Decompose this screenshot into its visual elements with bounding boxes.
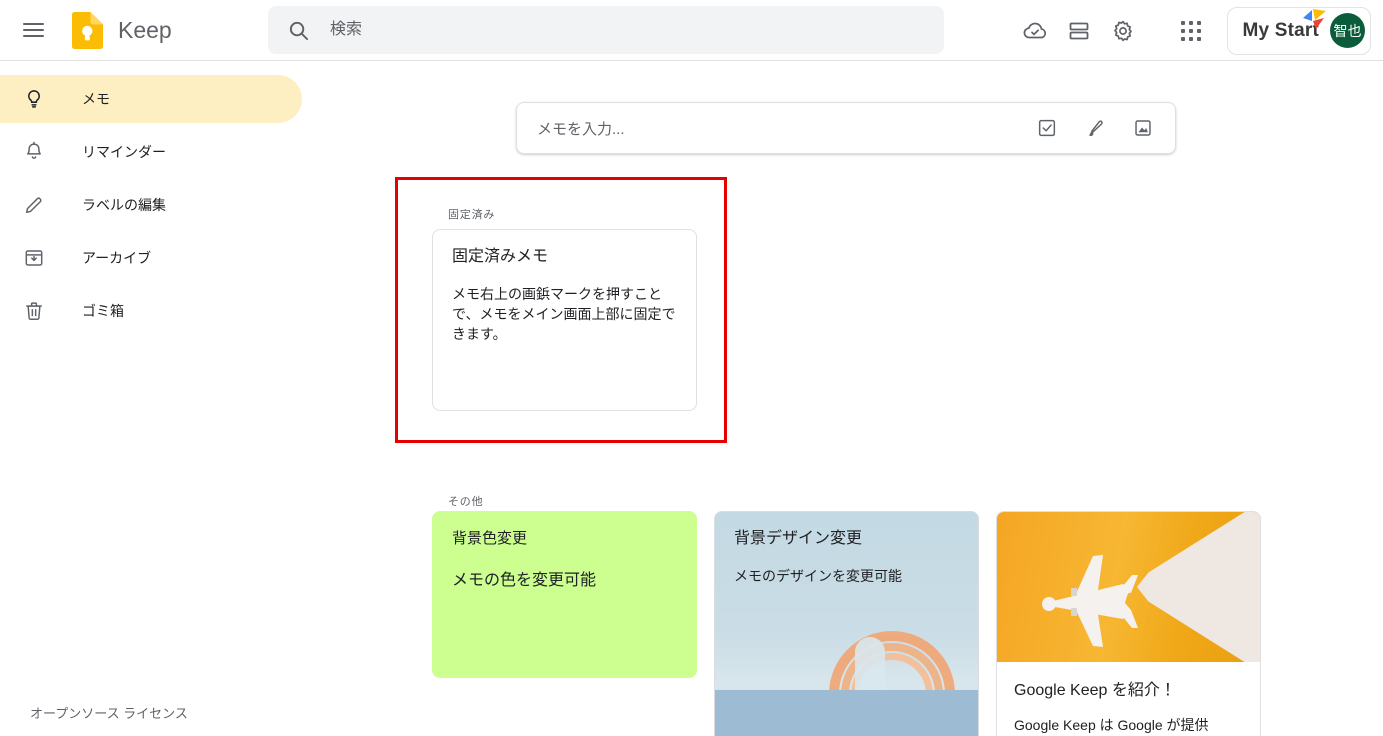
others-section-label: その他: [448, 496, 484, 508]
pencil-icon: [22, 193, 46, 217]
search-bar[interactable]: [268, 6, 944, 54]
note-body: Google Keep は Google が提供: [1014, 717, 1209, 733]
sidebar-item-notes[interactable]: メモ: [0, 75, 302, 123]
header-actions: My Start 智也: [1013, 0, 1377, 61]
gear-icon[interactable]: [1101, 9, 1145, 53]
keep-app-window: Keep 検索 My Start 智也 メモ リマインダー ラベルの編集 アーカ…: [0, 0, 1383, 736]
app-title: Keep: [118, 16, 172, 43]
list-view-icon[interactable]: [1057, 9, 1101, 53]
note-card-pinned[interactable]: 固定済みメモ メモ右上の画鋲マークを押すことで、メモをメイン画面上部に固定できま…: [432, 229, 697, 411]
note-text-wrap: 背景デザイン変更 メモのデザインを変更可能: [734, 529, 960, 586]
note-body: メモの色を変更可能: [452, 571, 597, 589]
sidebar-item-label: メモ: [82, 91, 110, 107]
app-header: Keep 検索 My Start 智也: [0, 0, 1383, 61]
sidebar-item-label: リマインダー: [82, 144, 166, 160]
sidebar-item-label: ラベルの編集: [82, 197, 166, 213]
sidebar-item-archive[interactable]: アーカイブ: [0, 234, 302, 282]
sidebar-item-trash[interactable]: ゴミ箱: [0, 287, 302, 335]
cloud-check-icon[interactable]: [1013, 9, 1057, 53]
note-title: 背景色変更: [452, 530, 528, 547]
checkbox-icon[interactable]: [1027, 108, 1067, 148]
compose-placeholder[interactable]: メモを入力...: [517, 118, 1027, 139]
note-card-background-design[interactable]: 背景デザイン変更 メモのデザインを変更可能: [714, 511, 979, 736]
note-card-keep-intro[interactable]: Google Keep を紹介！ Google Keep は Google が提…: [996, 511, 1261, 736]
note-title: Google Keep を紹介！: [1014, 682, 1176, 699]
note-body: メモ右上の画鋲マークを押すことで、メモをメイン画面上部に固定できます。: [452, 285, 676, 343]
note-body: メモのデザインを変更可能: [734, 567, 902, 584]
archive-icon: [22, 246, 46, 270]
hamburger-menu-icon[interactable]: [9, 6, 57, 54]
note-card-background-color[interactable]: 背景色変更 メモの色を変更可能: [432, 511, 697, 678]
app-brand: Keep: [70, 11, 172, 50]
compose-note-bar[interactable]: メモを入力...: [516, 102, 1176, 154]
image-icon[interactable]: [1123, 108, 1163, 148]
airplane-icon: [1019, 546, 1147, 662]
avatar[interactable]: 智也: [1330, 13, 1365, 48]
sidebar-item-edit-labels[interactable]: ラベルの編集: [0, 181, 302, 229]
account-chip[interactable]: My Start 智也: [1227, 6, 1371, 55]
sidebar-item-label: ゴミ箱: [82, 303, 124, 319]
compose-actions: [1027, 108, 1175, 148]
trash-icon: [22, 299, 46, 323]
my-start-brand: My Start: [1242, 9, 1327, 40]
sidebar: メモ リマインダー ラベルの編集 アーカイブ ゴミ箱 オープンソース ライセンス: [0, 61, 302, 736]
brush-icon[interactable]: [1075, 108, 1115, 148]
apps-grid-icon[interactable]: [1169, 9, 1213, 53]
search-icon[interactable]: [274, 6, 322, 54]
note-title: 背景デザイン変更: [734, 530, 863, 547]
sidebar-item-reminders[interactable]: リマインダー: [0, 128, 302, 176]
notes-area: メモを入力... 固定済み 固定済みメモ メモ右上の画鋲マークを押すことで、メモ…: [302, 61, 1383, 736]
note-title: 固定済みメモ: [452, 248, 549, 265]
note-text-wrap: Google Keep を紹介！ Google Keep は Google が提…: [997, 662, 1260, 736]
lightbulb-icon: [22, 87, 46, 111]
sidebar-item-label: アーカイブ: [82, 250, 152, 266]
search-input[interactable]: [322, 7, 944, 53]
tricolor-pinwheel-icon: [1299, 8, 1329, 30]
bell-icon: [22, 140, 46, 164]
keep-bulb-icon: [70, 11, 104, 50]
airplane-contrail-image: [997, 512, 1260, 662]
open-source-licenses-link[interactable]: オープンソース ライセンス: [30, 703, 188, 722]
pinned-section-label: 固定済み: [448, 209, 496, 221]
